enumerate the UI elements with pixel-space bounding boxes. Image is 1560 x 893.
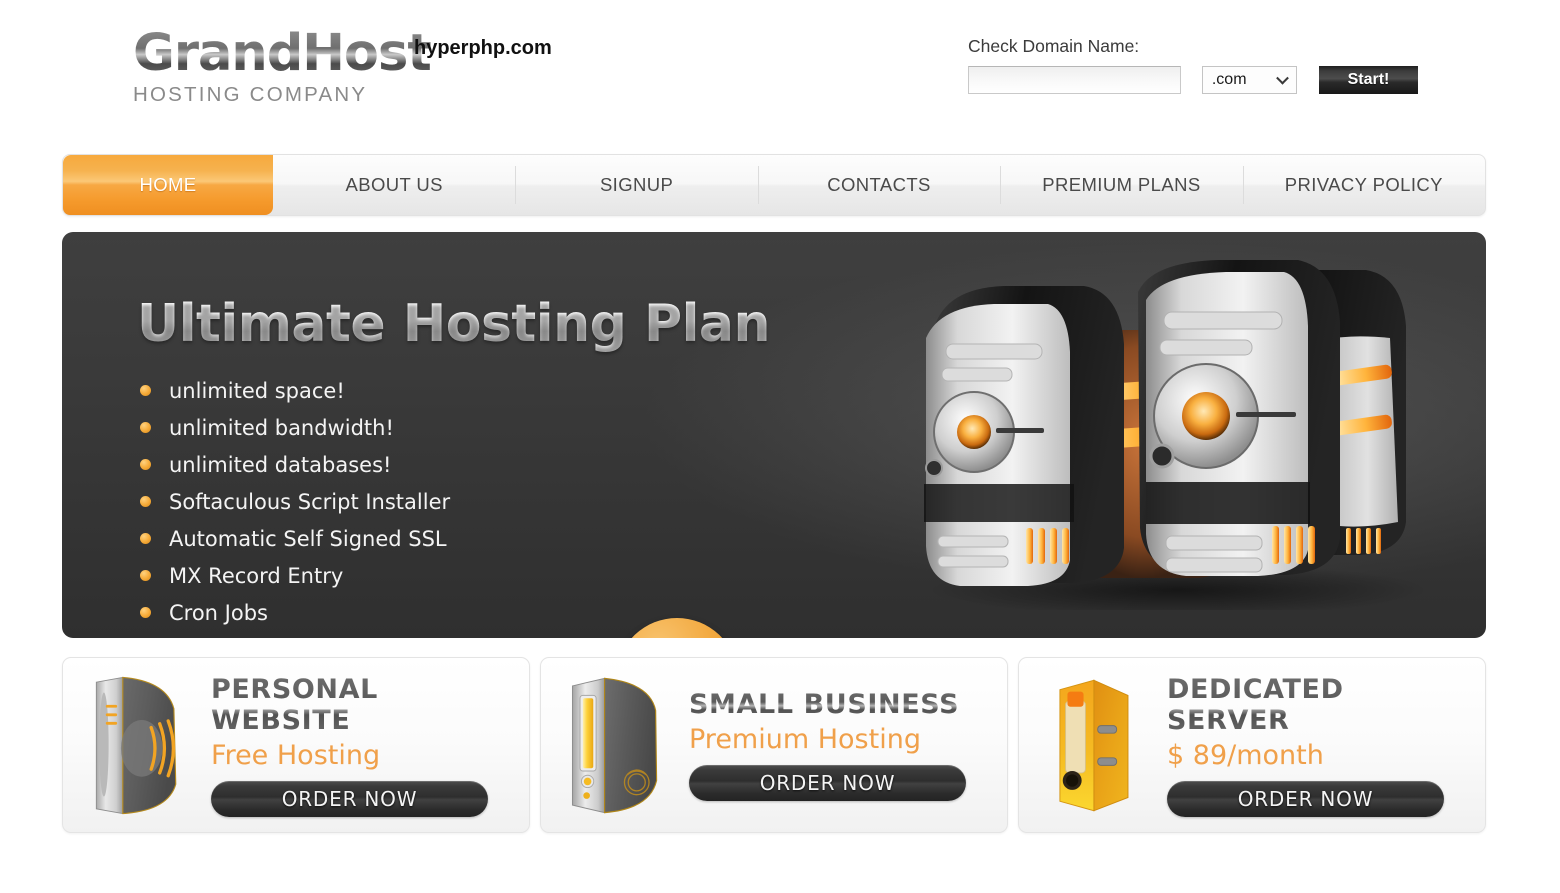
bullet-icon	[140, 385, 151, 396]
order-now-button[interactable]: ORDER NOW	[689, 765, 966, 801]
list-item: MX Record Entry	[140, 557, 450, 594]
nav-item-signup[interactable]: SIGNUP	[515, 155, 757, 215]
plan-card-body: SMALL BUSINESS Premium Hosting ORDER NOW	[689, 689, 1007, 801]
tower-server-icon	[63, 658, 211, 832]
tld-select[interactable]: .com	[1201, 66, 1297, 94]
list-item: Cron Jobs	[140, 594, 450, 631]
site-header: GrandHost HOSTING COMPANY hyperphp.com C…	[0, 0, 1560, 140]
nav-item-contacts[interactable]: CONTACTS	[757, 155, 1000, 215]
bullet-icon	[140, 570, 151, 581]
hero-feature-label: MX Record Entry	[169, 563, 344, 588]
list-item: Automatic Self Signed SSL	[140, 520, 450, 557]
list-item: unlimited databases!	[140, 446, 450, 483]
page-root: GrandHost HOSTING COMPANY hyperphp.com C…	[0, 0, 1560, 893]
list-item: unlimited space!	[140, 372, 450, 409]
order-now-button[interactable]: ORDER NOW	[211, 780, 488, 817]
server-illustration-svg	[924, 260, 1428, 616]
site-logo[interactable]: GrandHost HOSTING COMPANY	[133, 24, 432, 107]
plan-card-subtitle: Premium Hosting	[689, 724, 921, 755]
plan-card-body: PERSONAL WEBSITE Free Hosting ORDER NOW	[211, 674, 529, 817]
logo-tagline: HOSTING COMPANY	[133, 83, 368, 106]
hero-feature-label: unlimited databases!	[169, 452, 392, 477]
plan-card-body: DEDICATED SERVER $ 89/month ORDER NOW	[1167, 674, 1485, 817]
list-item: Softaculous Script Installer	[140, 483, 450, 520]
bullet-icon	[140, 496, 151, 507]
bullet-icon	[140, 533, 151, 544]
binder-icon-svg	[1059, 679, 1129, 811]
plan-card-title: PERSONAL WEBSITE	[211, 674, 515, 736]
plan-card-subtitle: Free Hosting	[211, 739, 381, 771]
server-illustration	[898, 260, 1458, 616]
plan-card-small-business[interactable]: SMALL BUSINESS Premium Hosting ORDER NOW	[540, 657, 1008, 833]
nav-item-about-us[interactable]: ABOUT US	[273, 155, 515, 215]
domain-check-row: .com Start!	[968, 66, 1418, 94]
price-sticker: $2.95/ month!	[618, 618, 736, 638]
sticker-circle-shape	[618, 618, 736, 638]
domain-check-label: Check Domain Name:	[968, 36, 1140, 56]
plan-card-title: SMALL BUSINESS	[689, 689, 993, 720]
tower-server-icon-svg	[95, 676, 177, 814]
plan-card-subtitle: $ 89/month	[1167, 739, 1324, 771]
hero-feature-label: Softaculous Script Installer	[169, 489, 451, 514]
plan-cards: PERSONAL WEBSITE Free Hosting ORDER NOW	[62, 657, 1486, 833]
nav-item-premium-plans[interactable]: PREMIUM PLANS	[1000, 155, 1242, 215]
hero-title: Ultimate Hosting Plan	[137, 294, 771, 354]
hero-banner: Ultimate Hosting Plan unlimited space! u…	[62, 232, 1486, 638]
start-button[interactable]: Start!	[1318, 66, 1418, 94]
domain-name-input[interactable]	[968, 66, 1181, 94]
order-now-button[interactable]: ORDER NOW	[1167, 780, 1444, 817]
rack-server-icon	[541, 658, 689, 832]
list-item: unlimited bandwidth!	[140, 409, 450, 446]
main-navigation: HOME ABOUT US SIGNUP CONTACTS PREMIUM PL…	[62, 154, 1486, 216]
binder-icon	[1019, 658, 1167, 832]
hero-feature-list: unlimited space! unlimited bandwidth! un…	[140, 372, 450, 631]
nav-item-home[interactable]: HOME	[63, 155, 273, 215]
plan-card-title: DEDICATED SERVER	[1167, 674, 1471, 736]
bullet-icon	[140, 607, 151, 618]
tld-select-value: .com	[1211, 71, 1247, 88]
bullet-icon	[140, 422, 151, 433]
hero-feature-label: unlimited bandwidth!	[169, 415, 394, 440]
plan-card-personal-website[interactable]: PERSONAL WEBSITE Free Hosting ORDER NOW	[62, 657, 530, 833]
rack-server-icon-svg	[571, 677, 658, 813]
site-domain-text: hyperphp.com	[414, 37, 552, 59]
chevron-down-icon	[1276, 71, 1289, 85]
plan-card-dedicated-server[interactable]: DEDICATED SERVER $ 89/month ORDER NOW	[1018, 657, 1486, 833]
nav-item-privacy-policy[interactable]: PRIVACY POLICY	[1242, 155, 1485, 215]
logo-wordmark: GrandHost	[133, 24, 432, 83]
hero-feature-label: Automatic Self Signed SSL	[169, 526, 447, 551]
hero-feature-label: Cron Jobs	[169, 600, 268, 625]
bullet-icon	[140, 459, 151, 470]
hero-feature-label: unlimited space!	[169, 378, 345, 403]
domain-check-widget: Check Domain Name: .com Start!	[968, 36, 1418, 94]
